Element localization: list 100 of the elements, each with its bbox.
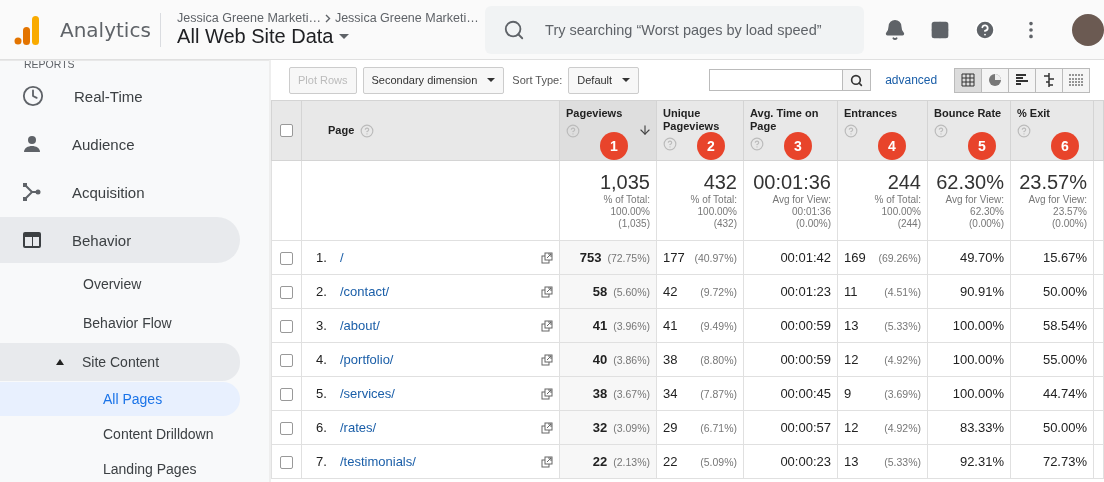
cell-percent: (4.92%) bbox=[884, 421, 921, 434]
total-note: % of Total: 100.00% (244) bbox=[873, 194, 921, 230]
row-number: 6. bbox=[316, 420, 328, 435]
sidebar-item[interactable]: Overview bbox=[0, 265, 240, 303]
fork-icon bbox=[22, 182, 42, 202]
column-header[interactable]: Bounce Rate bbox=[934, 107, 1004, 120]
search-button[interactable] bbox=[842, 70, 871, 90]
popout-icon[interactable] bbox=[541, 421, 553, 434]
total-note: % of Total: 100.00% (1,035) bbox=[602, 194, 650, 230]
sidebar-item[interactable]: Site Content bbox=[0, 343, 240, 381]
sidebar-item[interactable]: Content Drilldown bbox=[0, 417, 240, 451]
cell-value: 13 bbox=[844, 454, 859, 469]
cell-percent: (4.51%) bbox=[884, 285, 921, 298]
total-value: 62.30% bbox=[935, 171, 1004, 194]
checkbox[interactable] bbox=[280, 354, 293, 368]
total-value: 1,035 bbox=[598, 171, 650, 194]
page-link[interactable]: /testimonials/ bbox=[340, 454, 531, 469]
cell-value: 55.00% bbox=[1042, 352, 1087, 367]
collapse-arrow-icon[interactable] bbox=[56, 359, 64, 365]
checkbox[interactable] bbox=[280, 124, 293, 138]
row-number: 4. bbox=[316, 352, 328, 367]
row-number: 3. bbox=[316, 318, 328, 333]
column-header[interactable]: Pageviews bbox=[566, 107, 650, 120]
logo-icon bbox=[14, 14, 40, 45]
cell-percent: (9.49%) bbox=[700, 319, 737, 332]
column-header[interactable]: Entrances bbox=[844, 107, 921, 120]
cell-value: 15.67% bbox=[1042, 250, 1087, 265]
secondary-dimension-dropdown[interactable]: Secondary dimension bbox=[362, 66, 505, 94]
search-field[interactable]: Try searching “Worst pages by load speed” bbox=[485, 5, 864, 54]
cell-value: 100.00% bbox=[952, 386, 1004, 401]
cell-percent: (3.69%) bbox=[884, 387, 921, 400]
section-label: REPORTS bbox=[23, 61, 76, 71]
sidebar-item[interactable]: All Pages bbox=[0, 382, 240, 416]
search-icon[interactable] bbox=[503, 18, 526, 41]
cell-percent: (3.96%) bbox=[613, 319, 650, 332]
page-link[interactable]: /services/ bbox=[340, 386, 531, 401]
cell-value: 11 bbox=[844, 284, 858, 299]
caret-icon bbox=[339, 34, 350, 39]
cell-value: 00:01:23 bbox=[780, 284, 831, 299]
cell-percent: (69.26%) bbox=[878, 251, 921, 264]
popout-icon[interactable] bbox=[541, 353, 553, 366]
cell-value: 92.31% bbox=[959, 454, 1004, 469]
checkbox[interactable] bbox=[280, 422, 293, 436]
clock-icon bbox=[22, 85, 44, 107]
sidebar-item[interactable]: Landing Pages bbox=[0, 452, 240, 482]
checkbox[interactable] bbox=[280, 388, 293, 402]
cell-value: 00:01:42 bbox=[780, 250, 831, 265]
view-toggle[interactable] bbox=[981, 67, 1010, 93]
filter-field[interactable] bbox=[709, 69, 872, 91]
cell-value: 753 bbox=[579, 250, 602, 265]
view-toggle[interactable] bbox=[1008, 67, 1037, 93]
column-header: Page bbox=[328, 124, 355, 137]
view-toggle[interactable] bbox=[1062, 67, 1091, 93]
sidebar-item[interactable]: Acquisition bbox=[0, 169, 240, 215]
column-header[interactable]: Unique Pageviews bbox=[663, 107, 737, 133]
cell-percent: (8.80%) bbox=[700, 353, 737, 366]
popout-icon[interactable] bbox=[541, 455, 553, 468]
sidebar-item[interactable]: Behavior bbox=[0, 217, 240, 263]
page-link[interactable]: /contact/ bbox=[340, 284, 531, 299]
cell-value: 90.91% bbox=[959, 284, 1004, 299]
popout-icon[interactable] bbox=[541, 285, 553, 298]
cell-value: 00:00:23 bbox=[780, 454, 831, 469]
view-toggle[interactable] bbox=[1035, 67, 1064, 93]
bell-icon[interactable] bbox=[884, 18, 906, 41]
checkbox[interactable] bbox=[280, 286, 293, 300]
advanced-link[interactable]: advanced bbox=[885, 73, 938, 87]
sidebar-item[interactable]: Real-Time bbox=[0, 73, 240, 119]
column-header[interactable]: Avg. Time on Page bbox=[750, 107, 831, 133]
row-number: 1. bbox=[316, 250, 328, 265]
sidebar-item[interactable]: Audience bbox=[0, 121, 240, 167]
popout-icon[interactable] bbox=[541, 251, 553, 264]
view-toggle[interactable] bbox=[954, 67, 983, 93]
page-link[interactable]: /portfolio/ bbox=[340, 352, 531, 367]
popout-icon[interactable] bbox=[541, 387, 553, 400]
sidebar-item[interactable]: Behavior Flow bbox=[0, 304, 240, 342]
checkbox[interactable] bbox=[280, 252, 293, 266]
column-header[interactable]: % Exit bbox=[1017, 107, 1087, 120]
view-selector[interactable]: All Web Site Data bbox=[177, 25, 486, 48]
cell-value: 49.70% bbox=[959, 250, 1004, 265]
total-value: 244 bbox=[886, 171, 921, 194]
number-badge: 1 bbox=[600, 132, 628, 160]
caret-icon bbox=[622, 78, 631, 82]
page-link[interactable]: /rates/ bbox=[340, 420, 531, 435]
cell-value: 32 bbox=[592, 420, 608, 435]
page-link[interactable]: / bbox=[340, 250, 531, 265]
search-input[interactable]: Try searching “Worst pages by load speed” bbox=[545, 21, 846, 38]
cell-percent: (3.09%) bbox=[613, 421, 650, 434]
breadcrumb[interactable]: Jessica Greene Marketi… bbox=[177, 11, 321, 25]
cell-percent: (40.97%) bbox=[694, 251, 737, 264]
cell-value: 58.54% bbox=[1042, 318, 1087, 333]
checkbox[interactable] bbox=[280, 320, 293, 334]
avatar[interactable] bbox=[1072, 13, 1104, 46]
checkbox[interactable] bbox=[280, 456, 293, 470]
sort-type-dropdown[interactable]: Default bbox=[568, 66, 640, 94]
cell-percent: (4.92%) bbox=[884, 353, 921, 366]
cell-value: 00:00:57 bbox=[780, 420, 831, 435]
cell-percent: (5.33%) bbox=[884, 455, 921, 468]
popout-icon[interactable] bbox=[541, 319, 553, 332]
breadcrumb[interactable]: Jessica Greene Marketi… bbox=[334, 11, 479, 25]
page-link[interactable]: /about/ bbox=[340, 318, 531, 333]
